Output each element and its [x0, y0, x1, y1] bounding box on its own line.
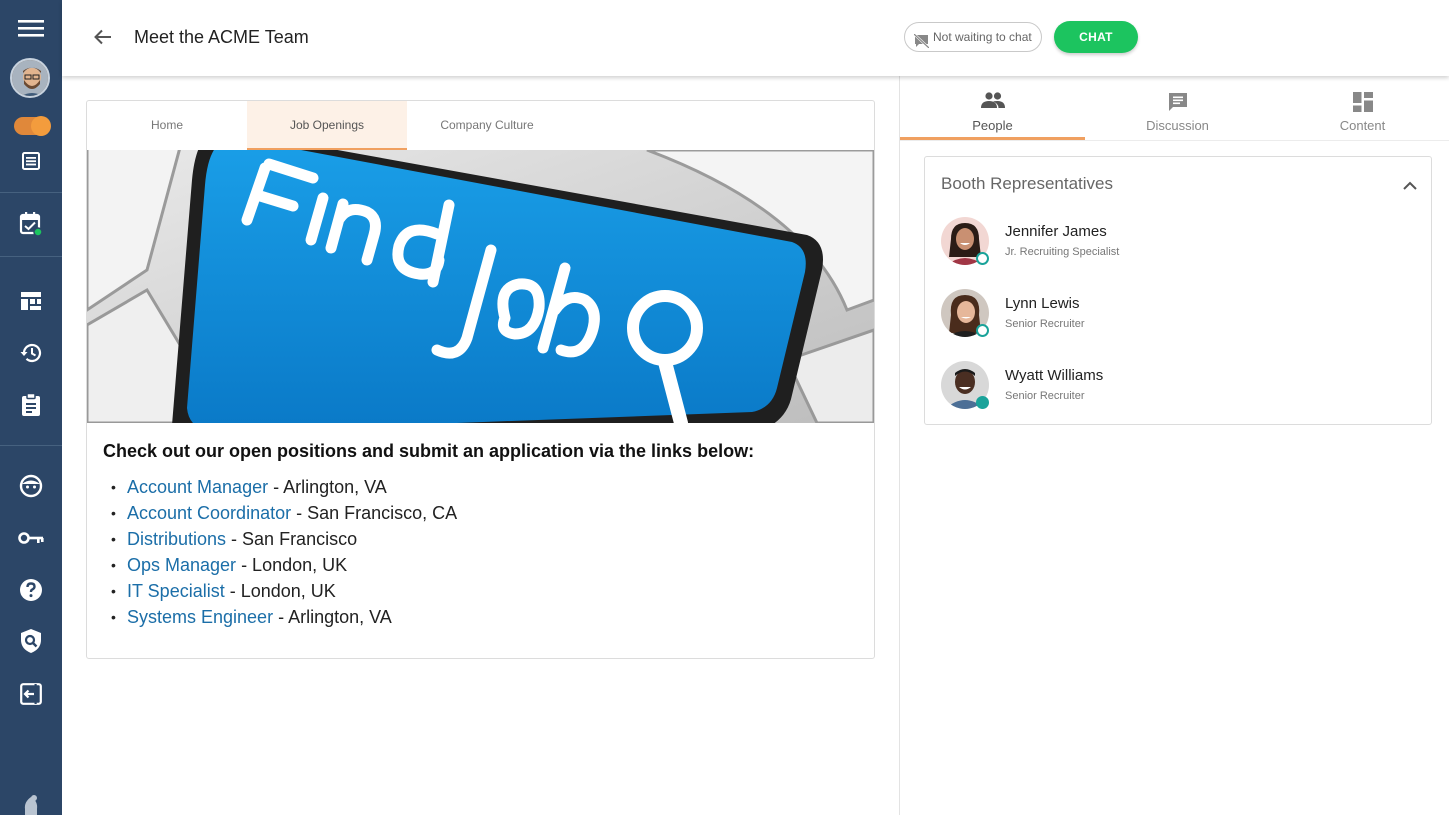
- hero-image: [87, 150, 874, 423]
- privacy-shield-icon[interactable]: [0, 627, 62, 655]
- representative-role: Senior Recruiter: [1005, 390, 1085, 402]
- dashboard-icon[interactable]: [0, 290, 62, 312]
- face-icon[interactable]: [0, 473, 62, 499]
- history-icon[interactable]: [0, 341, 62, 365]
- tab-people-label: People: [972, 118, 1013, 133]
- chevron-up-icon[interactable]: [1403, 177, 1417, 195]
- back-arrow-icon[interactable]: [92, 26, 114, 48]
- job-list: Account Manager - Arlington, VA Account …: [103, 474, 863, 630]
- content-icon: [1352, 92, 1373, 117]
- online-status-indicator: [976, 396, 989, 409]
- chat-status-label: Not waiting to chat: [933, 30, 1032, 44]
- chat-off-icon: [913, 30, 930, 58]
- discussion-icon: [1168, 92, 1188, 117]
- booth-tabs: Home Job Openings Company Culture: [87, 101, 874, 150]
- tab-people[interactable]: People: [900, 76, 1085, 140]
- job-link-it-specialist[interactable]: IT Specialist: [127, 581, 225, 601]
- job-openings-content: Check out our open positions and submit …: [103, 441, 863, 630]
- help-icon[interactable]: [0, 577, 62, 603]
- list-item: Ops Manager - London, UK: [103, 552, 863, 578]
- representative-role: Senior Recruiter: [1005, 318, 1085, 330]
- list-item: Systems Engineer - Arlington, VA: [103, 604, 863, 630]
- job-link-account-manager[interactable]: Account Manager: [127, 477, 268, 497]
- left-navigation: [0, 0, 62, 815]
- booth-representatives-card: Booth Representatives Jennifer James Jr.…: [924, 156, 1432, 425]
- list-item: Account Manager - Arlington, VA: [103, 474, 863, 500]
- list-item: Distributions - San Francisco: [103, 526, 863, 552]
- top-header: Meet the ACME Team Not waiting to chat C…: [62, 0, 1449, 76]
- job-location: - London, UK: [224, 581, 336, 601]
- chat-status-pill[interactable]: Not waiting to chat: [904, 22, 1042, 52]
- tab-content[interactable]: Content: [1270, 76, 1449, 140]
- representative-item[interactable]: Wyatt Williams Senior Recruiter: [941, 361, 1411, 411]
- key-icon[interactable]: [0, 527, 62, 549]
- representative-name: Wyatt Williams: [1005, 367, 1104, 384]
- availability-toggle[interactable]: [14, 116, 51, 136]
- tab-discussion-label: Discussion: [1146, 118, 1209, 133]
- user-avatar[interactable]: [10, 58, 50, 98]
- job-location: - Arlington, VA: [273, 607, 392, 627]
- job-location: - Arlington, VA: [268, 477, 387, 497]
- page-title: Meet the ACME Team: [134, 27, 309, 47]
- online-status-indicator: [976, 252, 989, 265]
- list-item: IT Specialist - London, UK: [103, 578, 863, 604]
- intro-text: Check out our open positions and submit …: [103, 441, 755, 461]
- representative-item[interactable]: Jennifer James Jr. Recruiting Specialist: [941, 217, 1411, 267]
- job-link-distributions[interactable]: Distributions: [127, 529, 226, 549]
- agenda-icon[interactable]: [0, 150, 62, 172]
- online-status-indicator: [976, 324, 989, 337]
- job-location: - San Francisco: [226, 529, 358, 549]
- job-location: - San Francisco, CA: [291, 503, 458, 523]
- tab-content-label: Content: [1339, 118, 1386, 133]
- clipboard-icon[interactable]: [0, 392, 62, 418]
- job-location: - London, UK: [236, 555, 348, 575]
- representative-item[interactable]: Lynn Lewis Senior Recruiter: [941, 289, 1411, 339]
- exit-icon[interactable]: [0, 681, 62, 707]
- list-item: Account Coordinator - San Francisco, CA: [103, 500, 863, 526]
- job-link-systems-engineer[interactable]: Systems Engineer: [127, 607, 273, 627]
- tab-job-openings[interactable]: Job Openings: [247, 101, 407, 150]
- booth-content-card: Home Job Openings Company Culture Check …: [86, 100, 875, 659]
- tab-company-culture[interactable]: Company Culture: [407, 101, 567, 150]
- representative-name: Lynn Lewis: [1005, 295, 1080, 312]
- section-title: Booth Representatives: [941, 174, 1113, 193]
- representative-role: Jr. Recruiting Specialist: [1005, 246, 1120, 258]
- job-link-ops-manager[interactable]: Ops Manager: [127, 555, 236, 575]
- brand-logo-icon: [0, 793, 62, 815]
- tab-discussion[interactable]: Discussion: [1085, 76, 1270, 140]
- chat-button[interactable]: CHAT: [1054, 21, 1138, 53]
- representative-name: Jennifer James: [1005, 223, 1107, 240]
- tab-home[interactable]: Home: [87, 101, 247, 150]
- people-icon: [980, 92, 1005, 113]
- menu-icon[interactable]: [0, 16, 62, 40]
- side-panel: People Discussion Content Booth Represen…: [899, 76, 1449, 815]
- calendar-check-icon[interactable]: [0, 210, 62, 238]
- job-link-account-coordinator[interactable]: Account Coordinator: [127, 503, 291, 523]
